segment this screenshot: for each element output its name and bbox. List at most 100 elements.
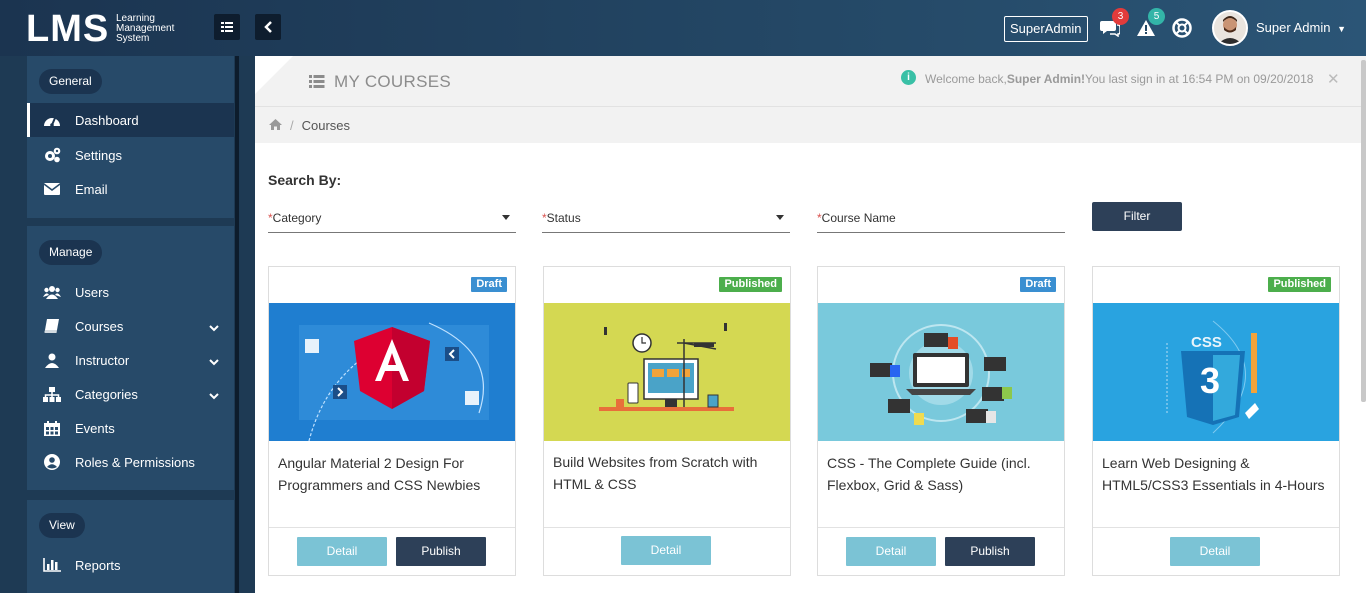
course-card: Published Build Websites from Scratch wi… — [543, 266, 791, 576]
page-title: MY COURSES — [334, 72, 451, 91]
course-thumbnail-css3[interactable]: 3 CSS — [1093, 303, 1339, 441]
sidebar-group-title: General — [39, 69, 102, 94]
status-badge: Published — [1268, 277, 1331, 292]
sidebar-group-title: View — [39, 513, 85, 538]
category-select[interactable]: *Category — [268, 202, 516, 233]
sidebar-item-label: Courses — [75, 319, 124, 334]
sidebar: General Dashboard Settings Email Manage … — [0, 56, 255, 593]
book-icon — [43, 318, 61, 334]
user-name-label: Super Admin — [1256, 20, 1331, 35]
status-select[interactable]: *Status — [542, 202, 790, 233]
course-title[interactable]: Learn Web Designing & HTML5/CSS3 Essenti… — [1102, 452, 1332, 496]
info-icon: i — [901, 70, 916, 85]
filter-button[interactable]: Filter — [1092, 202, 1182, 231]
detail-button[interactable]: Detail — [1170, 537, 1260, 566]
sidebar-item-label: Settings — [75, 148, 122, 163]
sidebar-item-label: Instructor — [75, 353, 130, 368]
dashboard-icon — [43, 112, 61, 128]
course-card: Published 3 CSS Learn Web Designing & HT… — [1092, 266, 1340, 576]
course-thumbnail-html-css[interactable] — [544, 303, 790, 441]
welcome-message: Welcome back,Super Admin!You last sign i… — [925, 72, 1314, 86]
course-name-label: Course Name — [821, 211, 896, 225]
gears-icon — [43, 147, 61, 163]
sidebar-item-roles-permissions[interactable]: Roles & Permissions — [27, 445, 234, 479]
close-icon[interactable]: ✕ — [1327, 70, 1340, 88]
breadcrumb: / Courses — [269, 118, 350, 133]
sidebar-item-label: Email — [75, 182, 108, 197]
menu-toggle-button[interactable] — [214, 14, 240, 40]
card-divider — [544, 527, 790, 528]
sidebar-item-settings[interactable]: Settings — [27, 138, 234, 172]
publish-button[interactable]: Publish — [945, 537, 1035, 566]
chevron-left-icon — [264, 21, 272, 33]
breadcrumb-separator: / — [290, 118, 294, 133]
card-divider — [1093, 527, 1339, 528]
collapse-sidebar-button[interactable] — [255, 14, 281, 40]
messages-count-badge: 3 — [1112, 8, 1129, 25]
course-name-input[interactable]: *Course Name — [817, 202, 1065, 233]
page-header: MY COURSES i Welcome back,Super Admin!Yo… — [255, 56, 1366, 143]
user-avatar[interactable] — [1212, 10, 1248, 46]
list-icon — [221, 22, 233, 32]
caret-down-icon — [776, 215, 784, 220]
role-badge[interactable]: SuperAdmin — [1004, 16, 1088, 42]
card-divider — [269, 527, 515, 528]
detail-button[interactable]: Detail — [621, 536, 711, 565]
top-navbar: LMS Learning Management System SuperAdmi… — [0, 0, 1366, 56]
header-divider — [255, 106, 1366, 107]
course-title[interactable]: Build Websites from Scratch with HTML & … — [553, 451, 783, 495]
chevron-down-icon — [209, 320, 219, 335]
breadcrumb-current: Courses — [301, 118, 351, 133]
alerts-count-badge: 5 — [1148, 8, 1165, 25]
messages-button[interactable]: 3 — [1098, 8, 1129, 40]
avatar-photo — [1214, 12, 1246, 44]
header-corner-decoration — [255, 56, 293, 94]
sidebar-item-categories[interactable]: Categories — [27, 377, 234, 411]
course-thumbnail-angular[interactable] — [269, 303, 515, 441]
sidebar-item-reports[interactable]: Reports — [27, 548, 234, 582]
status-badge: Published — [719, 277, 782, 292]
sidebar-item-users[interactable]: Users — [27, 275, 234, 309]
sidebar-group-view: View Reports — [27, 500, 234, 593]
help-button[interactable] — [1170, 16, 1194, 40]
sidebar-group-general: General Dashboard Settings Email — [27, 56, 234, 218]
course-title[interactable]: Angular Material 2 Design For Programmer… — [278, 452, 508, 496]
sidebar-group-manage: Manage Users Courses Instructor Categori… — [27, 226, 234, 490]
status-badge: Draft — [471, 277, 507, 292]
sitemap-icon — [43, 386, 61, 402]
user-menu[interactable]: Super Admin ▼ — [1256, 20, 1346, 35]
status-label: Status — [546, 211, 581, 225]
svg-text:CSS: CSS — [1191, 334, 1222, 351]
sidebar-item-label: Dashboard — [75, 113, 139, 128]
sidebar-scrollbar[interactable] — [235, 56, 239, 593]
caret-down-icon — [502, 215, 510, 220]
sidebar-item-label: Categories — [75, 387, 138, 402]
course-thumbnail-css[interactable] — [818, 303, 1064, 441]
sidebar-item-events[interactable]: Events — [27, 411, 234, 445]
search-heading: Search By: — [268, 172, 342, 188]
sidebar-item-label: Users — [75, 285, 109, 300]
user-icon — [43, 352, 61, 368]
card-divider — [818, 527, 1064, 528]
sidebar-item-courses[interactable]: Courses — [27, 309, 234, 343]
lms-logo[interactable]: LMS — [26, 9, 109, 49]
sidebar-group-title: Manage — [39, 240, 103, 265]
svg-text:3: 3 — [1200, 360, 1220, 401]
detail-button[interactable]: Detail — [846, 537, 936, 566]
sidebar-item-label: Events — [75, 421, 115, 436]
home-icon[interactable] — [269, 118, 282, 133]
user-circle-icon — [43, 454, 61, 470]
list-icon — [309, 75, 325, 93]
publish-button[interactable]: Publish — [396, 537, 486, 566]
chevron-down-icon — [209, 388, 219, 403]
sidebar-item-dashboard[interactable]: Dashboard — [27, 103, 234, 137]
sidebar-item-instructor[interactable]: Instructor — [27, 343, 234, 377]
course-title[interactable]: CSS - The Complete Guide (incl. Flexbox,… — [827, 452, 1057, 496]
users-icon — [43, 284, 61, 300]
sidebar-item-email[interactable]: Email — [27, 172, 234, 206]
main-scrollbar[interactable] — [1361, 60, 1366, 402]
detail-button[interactable]: Detail — [297, 537, 387, 566]
category-label: Category — [272, 211, 322, 225]
sidebar-item-label: Roles & Permissions — [75, 455, 195, 470]
alerts-button[interactable]: 5 — [1134, 8, 1165, 40]
